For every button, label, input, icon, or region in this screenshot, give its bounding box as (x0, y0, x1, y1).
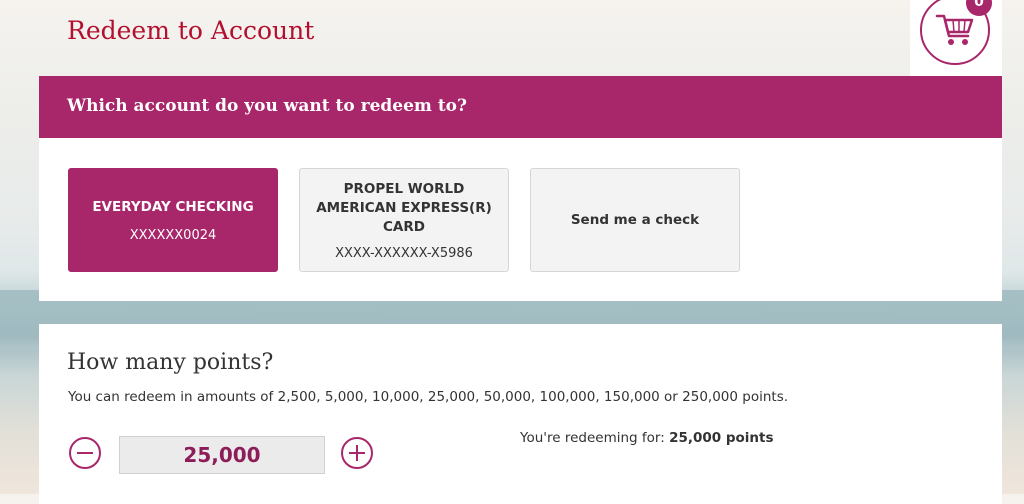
account-number: XXXXXX0024 (129, 227, 217, 243)
minus-circle-icon[interactable] (69, 437, 101, 469)
account-option-send-check[interactable]: Send me a check (530, 168, 740, 272)
points-help-text: You can redeem in amounts of 2,500, 5,00… (68, 389, 789, 405)
points-heading: How many points? (67, 350, 274, 375)
account-option-propel-amex[interactable]: PROPEL WORLD AMERICAN EXPRESS(R) CARD XX… (299, 168, 509, 272)
account-number: XXXX-XXXXXX-X5986 (335, 245, 473, 261)
account-name-line: CARD (383, 218, 425, 235)
account-panel: Which account do you want to redeem to? … (39, 76, 1002, 301)
account-name-line: AMERICAN EXPRESS(R) (316, 199, 492, 216)
account-name-line: PROPEL WORLD (343, 180, 465, 197)
plus-circle-icon[interactable] (341, 437, 373, 469)
account-name: EVERYDAY CHECKING (92, 198, 254, 215)
points-amount-input[interactable] (119, 436, 325, 474)
account-question-heading: Which account do you want to redeem to? (39, 76, 1002, 138)
page-title: Redeem to Account (67, 16, 315, 45)
summary-value: 25,000 points (669, 430, 774, 446)
account-option-everyday-checking[interactable]: EVERYDAY CHECKING XXXXXX0024 (68, 168, 278, 272)
cart-widget[interactable]: 0 (910, 0, 1002, 76)
summary-label: You're redeeming for: (520, 430, 670, 446)
shopping-cart-icon (935, 14, 974, 45)
points-panel: How many points? You can redeem in amoun… (39, 324, 1002, 504)
account-name: Send me a check (570, 211, 700, 228)
redeem-summary: You're redeeming for: 25,000 points (520, 430, 774, 446)
account-name: PROPEL WORLD AMERICAN EXPRESS(R) CARD (300, 180, 508, 237)
